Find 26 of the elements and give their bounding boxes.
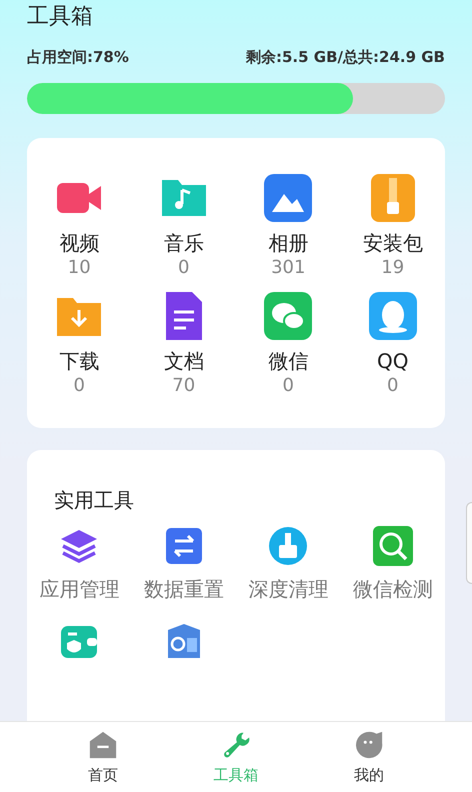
page-title: 工具箱 [27, 3, 94, 31]
tool-label[interactable]: 数据重置 [144, 576, 224, 602]
tool-label[interactable]: 应用管理 [39, 576, 120, 602]
chat-search-icon [372, 526, 413, 566]
category-item[interactable]: 音乐 0 [132, 174, 236, 280]
tab[interactable]: 我的 [344, 722, 394, 792]
chat-bubbles-icon [264, 292, 312, 340]
tab[interactable]: 首页 [78, 722, 128, 792]
category-item[interactable]: 安装包 19 [340, 174, 445, 280]
package-icon [368, 174, 417, 222]
face-bubble-icon [354, 730, 384, 760]
free-space-label: 剩余:5.5 GB/总共:24.9 GB [246, 48, 445, 67]
home-icon [88, 730, 118, 760]
category-item[interactable]: 视频 10 [27, 174, 132, 280]
tool-label[interactable]: 深度清理 [248, 576, 328, 602]
section-title: 实用工具 [53, 487, 135, 514]
edge-handle[interactable] [466, 502, 472, 584]
photo-album-icon [264, 174, 312, 222]
category-item[interactable]: 文档 70 [132, 292, 236, 398]
category-item[interactable]: 微信 0 [236, 292, 340, 398]
used-space-label: 占用空间:78% [27, 48, 129, 67]
category-item[interactable]: 相册 301 [236, 174, 340, 280]
tool-label[interactable]: 微信检测 [352, 576, 433, 602]
swap-arrows-icon [164, 526, 204, 566]
category-item[interactable]: 下载 0 [27, 292, 132, 398]
category-item[interactable]: QQ 0 [340, 292, 445, 398]
